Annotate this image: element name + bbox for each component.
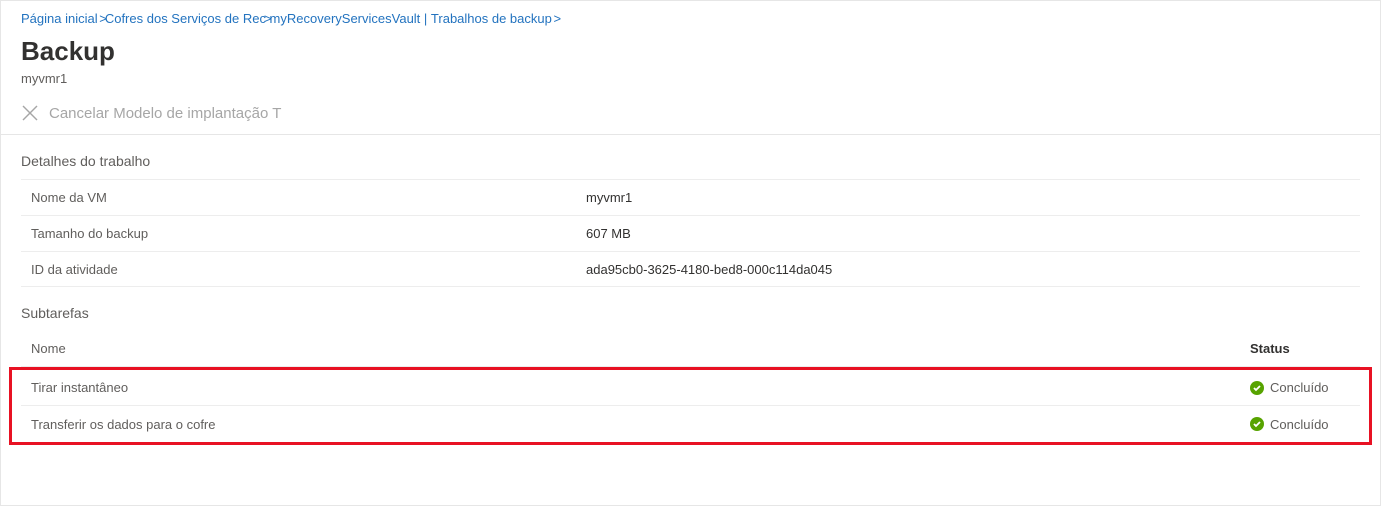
breadcrumb-jobs[interactable]: Trabalhos de backup xyxy=(431,11,552,26)
toolbar: Cancelar Modelo de implantação T xyxy=(1,96,1380,135)
subtask-name: Transferir os dados para o cofre xyxy=(21,417,1250,432)
breadcrumb-vault-name[interactable]: myRecoveryServicesVault | xyxy=(270,11,428,26)
status-text: Concluído xyxy=(1270,417,1329,432)
subtasks-header-row: Nome Status xyxy=(21,331,1360,367)
breadcrumb-home[interactable]: Página inicial xyxy=(21,11,98,26)
subtask-name: Tirar instantâneo xyxy=(21,380,1250,395)
breadcrumb: Página inicial > Cofres dos Serviços de … xyxy=(1,1,1380,28)
section-label-subtasks: Subtarefas xyxy=(1,287,1380,331)
page-container: Página inicial > Cofres dos Serviços de … xyxy=(1,1,1380,445)
subtask-status: Concluído xyxy=(1250,417,1360,432)
subtask-status: Concluído xyxy=(1250,380,1360,395)
status-text: Concluído xyxy=(1270,380,1329,395)
subtasks-table: Nome Status xyxy=(21,331,1360,367)
details-table: Nome da VM myvmr1 Tamanho do backup 607 … xyxy=(21,179,1360,287)
kv-key: ID da atividade xyxy=(21,262,586,277)
table-row: Transferir os dados para o cofre Concluí… xyxy=(21,406,1360,442)
chevron-right-icon: > xyxy=(550,11,561,26)
close-icon xyxy=(21,104,39,122)
table-row: Nome da VM myvmr1 xyxy=(21,179,1360,215)
success-icon xyxy=(1250,381,1264,395)
page-subtitle: myvmr1 xyxy=(1,67,1380,96)
col-header-status[interactable]: Status xyxy=(1250,341,1360,356)
kv-value: ada95cb0-3625-4180-bed8-000c114da045 xyxy=(586,262,1360,277)
page-title: Backup xyxy=(1,28,1380,67)
kv-value: myvmr1 xyxy=(586,190,1360,205)
section-label-details: Detalhes do trabalho xyxy=(1,135,1380,179)
success-icon xyxy=(1250,417,1264,431)
breadcrumb-vaults[interactable]: Cofres dos Serviços de Rec xyxy=(105,11,266,26)
col-header-name[interactable]: Nome xyxy=(21,341,1250,356)
table-row: Tirar instantâneo Concluído xyxy=(21,370,1360,406)
cancel-button[interactable]: Cancelar Modelo de implantação T xyxy=(21,104,281,122)
highlight-box: Tirar instantâneo Concluído Transferir o… xyxy=(9,367,1372,445)
kv-key: Nome da VM xyxy=(21,190,586,205)
table-row: Tamanho do backup 607 MB xyxy=(21,215,1360,251)
table-row: ID da atividade ada95cb0-3625-4180-bed8-… xyxy=(21,251,1360,287)
cancel-label: Cancelar Modelo de implantação T xyxy=(49,105,281,122)
kv-key: Tamanho do backup xyxy=(21,226,586,241)
kv-value: 607 MB xyxy=(586,226,1360,241)
